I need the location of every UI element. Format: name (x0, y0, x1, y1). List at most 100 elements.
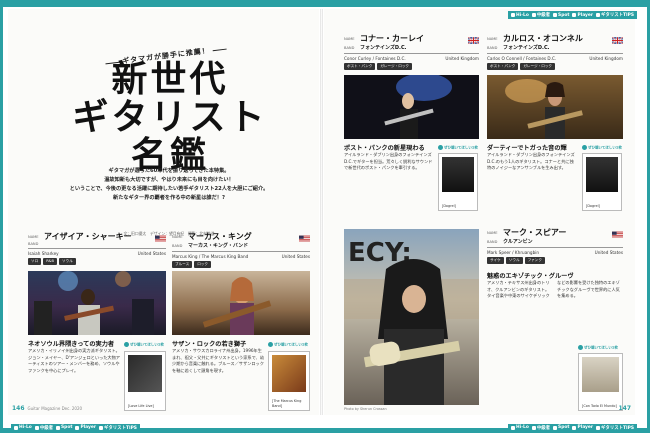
photo-mark-speer: ECY: (344, 229, 479, 405)
country: United Kingdom (445, 56, 479, 61)
recommend-callout: ぜひ聴いてほしい1枚 (124, 342, 164, 348)
genre-tag: ガレージ・ロック (377, 63, 413, 70)
band-label: BAND (487, 45, 498, 50)
circle-icon (268, 342, 273, 347)
nav-item[interactable]: Spot (56, 425, 72, 430)
page-number-right: 147 (618, 405, 631, 412)
nav-item[interactable]: Player (75, 425, 96, 430)
title-line-2: ギタリスト (72, 95, 268, 138)
uk-flag-icon (468, 37, 479, 44)
genre-tag: ガレージ・ロック (520, 63, 556, 70)
recommend-callout: ぜひ聴いてほしい1枚 (582, 145, 622, 151)
us-flag-icon (299, 235, 310, 242)
nav-item[interactable]: ギタリストTIPS (596, 12, 634, 18)
genre-tag: ポスト・パンク (344, 63, 376, 70)
card-marcus-king: NAME マーカス・キング BAND マーカス・キング・バンド Marcus Kin… (172, 231, 310, 268)
photo-carlos-oconnell (487, 75, 623, 139)
nav-item[interactable]: 中級者 (531, 425, 550, 431)
top-section-nav: Hi-Lo 中級者 Spot Player ギタリストTIPS (508, 11, 637, 19)
genre-tag: ブルース (172, 261, 193, 268)
nav-item[interactable]: Player (572, 425, 593, 430)
divider (172, 251, 310, 252)
uk-flag-icon (612, 37, 623, 44)
name-label: NAME (172, 234, 183, 239)
band-label: BAND (487, 239, 498, 244)
bottom-nav-right: Hi-Lo 中級者 Spot Player ギタリストTIPS (508, 424, 637, 431)
genre-tag: ファンク (524, 257, 545, 264)
card-isaiah-sharkey: NAME アイザイア・シャーキー BAND Isaiah Sharkey Unite… (28, 231, 166, 265)
divider (487, 247, 623, 248)
nav-item[interactable]: Spot (553, 425, 569, 430)
roman-name: Marcus King / The Marcus King Band (172, 254, 249, 259)
card-headline: 魅惑のエキゾチック・グルーヴ (487, 273, 574, 280)
us-flag-icon (155, 235, 166, 242)
country: United States (137, 251, 166, 256)
right-page: NAME コナー・カーレイ BAND フォンテインズD.C. Conor Curle… (324, 9, 635, 415)
nav-item[interactable]: Hi-Lo (511, 13, 529, 18)
band-name: フォンテインズD.C. (360, 45, 407, 51)
artist-name: アイザイア・シャーキー (44, 232, 132, 241)
us-flag-icon (612, 231, 623, 238)
name-label: NAME (487, 36, 498, 41)
band-name: フォンテインズD.C. (503, 45, 550, 51)
circle-icon (438, 145, 443, 150)
divider (28, 248, 166, 249)
photo-isaiah-sharkey (28, 271, 166, 335)
recommend-callout: ぜひ聴いてほしい1枚 (578, 345, 618, 351)
artist-name: マーカス・キング (188, 232, 252, 241)
nav-item[interactable]: 中級者 (531, 12, 550, 18)
country: United States (594, 250, 623, 255)
album-title: [Con Todo El Mundo] (582, 403, 617, 408)
band-name: クルアンビン (503, 239, 533, 245)
left-page: ギタマガが勝手に推薦！ 新世代 ギタリスト 名鑑 ギタマガが選った60年代を振り… (8, 9, 319, 415)
magazine-issue: Guitar Magazine Dec. 2020 (27, 406, 83, 411)
lead-text: ギタマガが選った60年代を振り返ってきた本特集。 温故知新も大切ですが、やはり未… (69, 168, 269, 201)
card-conor-curley: NAME コナー・カーレイ BAND フォンテインズD.C. Conor Curle… (344, 33, 479, 70)
genre-tag: ソロ (28, 258, 42, 265)
title-line-1: 新世代 (111, 58, 229, 100)
card-body: アメリカ・テキサス州出身のトリオ、クルアンビンのギタリスト。タイ音楽や中東のサイ… (487, 280, 620, 298)
main-title: 新世代 ギタリスト 名鑑 (70, 58, 270, 174)
band-name: マーカス・キング・バンド (188, 243, 249, 249)
genre-tag: R&B (43, 258, 57, 265)
card-headline: ダーティーでトガった音の輝 (487, 145, 567, 152)
album-title: [The Marcus King Band] (272, 399, 302, 408)
roman-name: Isaiah Sharkey (28, 251, 59, 256)
genre-tag: ソウル (58, 258, 76, 265)
divider (487, 53, 623, 54)
album-cover: [Dogrel] (438, 153, 478, 211)
photo-marcus-king (172, 271, 310, 335)
genre-tag: ロック (194, 261, 211, 268)
artist-name: マーク・スピアー (503, 228, 567, 237)
country: United States (281, 254, 310, 259)
nav-item[interactable]: Spot (553, 13, 569, 18)
nav-item[interactable]: ギタリストTIPS (99, 425, 137, 431)
recommend-callout: ぜひ聴いてほしい1枚 (268, 342, 308, 348)
card-body: アイルランド・ダブリン出身のフォンテインズD.C.でギターを担当。荒々しく鋭利な… (344, 152, 433, 170)
roman-name: Carlos O Connell / Fontaines D.C. (487, 56, 557, 61)
card-body: アイルランド・ダブリン出身のフォンテインズD.C.のもう1人のギタリスト。コナー… (487, 152, 575, 170)
gutter (320, 9, 323, 415)
photo-credit: Photo by Sherun Crossan (344, 407, 387, 411)
name-label: NAME (28, 234, 39, 239)
nav-item[interactable]: 中級者 (34, 425, 53, 431)
nav-item[interactable]: ギタリストTIPS (596, 425, 634, 431)
card-body: アメリカ・イリノイ州出身の実力派ギタリスト。ジョン・メイヤー、D'アンジェロとい… (28, 348, 120, 373)
nav-item[interactable]: Player (572, 13, 593, 18)
card-mark-speer: NAME マーク・スピアー BAND クルアンビン Mark Speer / Khr… (487, 227, 623, 264)
nav-item[interactable]: Hi-Lo (511, 425, 529, 430)
name-label: NAME (344, 36, 355, 41)
divider (344, 53, 479, 54)
card-body: アメリカ・サウスカロライナ州出身。1996年生まれ、祖父・父共にギタリストという… (172, 348, 265, 373)
circle-icon (124, 342, 129, 347)
circle-icon (578, 345, 583, 350)
artist-name: カルロス・オコンネル (503, 34, 583, 43)
album-cover: [Con Todo El Mundo] (578, 353, 623, 411)
recommend-callout: ぜひ聴いてほしい1枚 (438, 145, 478, 151)
page-number-left: 146 Guitar Magazine Dec. 2020 (12, 405, 83, 412)
genre-tag: ポスト・パンク (487, 63, 519, 70)
nav-item[interactable]: Hi-Lo (14, 425, 32, 430)
band-label: BAND (172, 243, 183, 248)
card-headline: サザン・ロックの若き獅子 (172, 341, 247, 348)
name-label: NAME (487, 230, 498, 235)
